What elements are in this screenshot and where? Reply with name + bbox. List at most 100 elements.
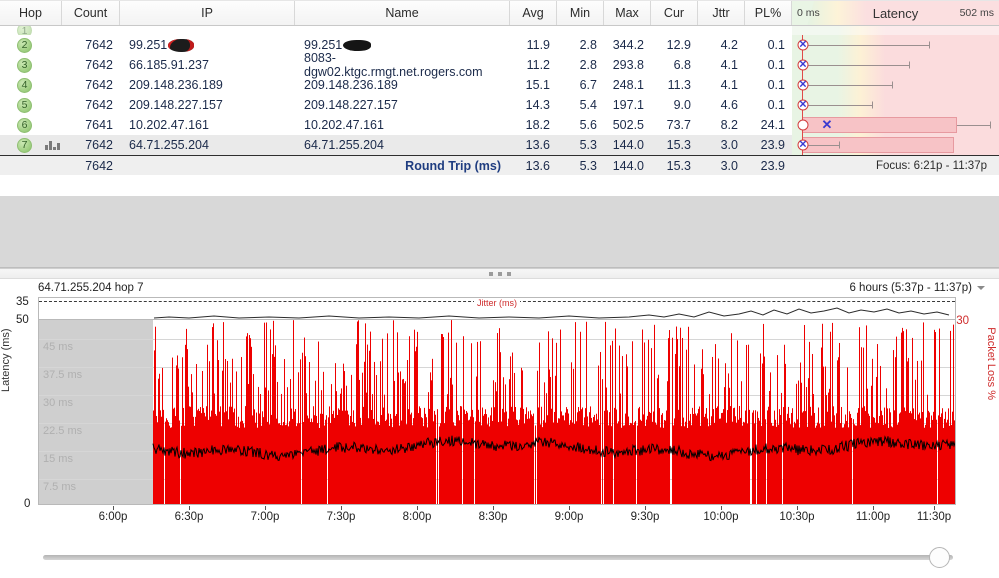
- name-cell: 209.148.236.189: [304, 78, 398, 92]
- x-tick-label: 9:00p: [554, 511, 584, 523]
- name-text: 99.251: [304, 38, 343, 52]
- latency-avg-marker: ✕: [797, 79, 809, 91]
- redaction-blob-icon: [343, 39, 372, 51]
- pane-splitter-handle[interactable]: [0, 268, 999, 279]
- ip-cell: 10.202.47.161: [129, 118, 209, 132]
- latency-min-label: 0 ms: [797, 7, 820, 19]
- hop-badge-cell: 1: [0, 26, 62, 35]
- column-header-jttr[interactable]: Jttr: [698, 1, 745, 25]
- summary-max: 144.0: [612, 158, 644, 173]
- marker-x-icon: ✕: [798, 79, 808, 90]
- latency-avg-marker: ✕: [797, 39, 809, 51]
- latency-bar-cell: ✕: [792, 55, 999, 75]
- jttr-cell: 4.2: [720, 38, 738, 52]
- scrollbar-track[interactable]: [43, 555, 953, 560]
- scrollbar-thumb[interactable]: [929, 547, 950, 568]
- latency-bar-cell: ✕: [792, 75, 999, 95]
- summary-jttr: 3.0: [720, 158, 738, 173]
- avg-cell: [510, 26, 557, 35]
- column-header-count[interactable]: Count: [62, 1, 120, 25]
- column-header-pl[interactable]: PL%: [745, 1, 792, 25]
- summary-label: Round Trip (ms): [405, 158, 501, 173]
- max-cell: [604, 26, 651, 35]
- jitter-strip[interactable]: Jitter (ms): [38, 297, 956, 319]
- latency-whisker: [804, 65, 909, 66]
- ip-cell: 66.185.91.237: [129, 58, 209, 72]
- x-tick-label: 10:30p: [779, 511, 815, 523]
- summary-count: 7642: [85, 158, 113, 173]
- hop-badge: 4: [17, 77, 32, 93]
- count-cell: 7642: [85, 38, 113, 52]
- pl-cell: 0.1: [767, 38, 785, 52]
- count-cell: [62, 26, 120, 35]
- marker-x-icon: ✕: [798, 139, 808, 150]
- column-header-hop[interactable]: Hop: [0, 1, 62, 25]
- max-cell: 502.5: [612, 118, 644, 132]
- cur-cell: 15.3: [666, 138, 691, 152]
- max-cell: 197.1: [612, 98, 644, 112]
- table-row[interactable]: 3 7642 66.185.91.237 8083-dgw02.ktgc.rmg…: [0, 51, 999, 79]
- latency-avg-marker: ✕: [797, 99, 809, 111]
- hop-badge-cell: 7: [0, 135, 62, 155]
- hop-badge-cell: 5: [0, 95, 62, 115]
- latency-whisker-cap: [929, 41, 930, 49]
- horizontal-scrollbar[interactable]: [0, 543, 999, 578]
- latency-bar-cell: [792, 26, 999, 35]
- summary-cur: 15.3: [666, 158, 691, 173]
- hop-badge: 6: [17, 117, 32, 133]
- column-header-max[interactable]: Max: [604, 1, 651, 25]
- ip-cell: 209.148.227.157: [129, 98, 223, 112]
- marker-x-icon: ✕: [798, 39, 808, 50]
- table-body: 1 2 7642 99.251 99.251 11.9 2.8 344.2 12…: [0, 26, 999, 175]
- time-range-selector[interactable]: 6 hours (5:37p - 11:37p): [849, 282, 985, 294]
- column-header-ip[interactable]: IP: [120, 1, 295, 25]
- jitter-series-label: Jitter (ms): [474, 298, 520, 308]
- latency-packetloss-graph[interactable]: 45 ms 37.5 ms 30 ms 22.5 ms 15 ms 7.5 ms: [38, 319, 956, 505]
- ip-cell: 209.148.236.189: [129, 78, 223, 92]
- x-tick-label: 6:30p: [174, 511, 204, 523]
- jttr-cell: 8.2: [720, 118, 738, 132]
- column-header-name[interactable]: Name: [295, 1, 510, 25]
- x-tick-label: 8:00p: [402, 511, 432, 523]
- redaction-blob-icon: [168, 38, 195, 52]
- table-row[interactable]: 7 7642 64.71.255.204 64.71.255.204 13.6 …: [0, 135, 999, 155]
- ip-cell: [120, 26, 295, 35]
- min-cell: 6.7: [579, 78, 597, 92]
- latency-whisker-cap: [990, 121, 991, 129]
- y-axis-label: Latency (ms): [0, 328, 12, 392]
- column-header-cur[interactable]: Cur: [651, 1, 698, 25]
- count-cell: 7642: [85, 58, 113, 72]
- cur-cell: 9.0: [673, 98, 691, 112]
- cur-cell: 6.8: [673, 58, 691, 72]
- latency-bar-cell: ✕: [792, 35, 999, 55]
- min-cell: [557, 26, 604, 35]
- name-cell: 209.148.227.157: [304, 98, 398, 112]
- hop-badge-cell: 6: [0, 115, 62, 135]
- chevron-down-icon: [977, 286, 985, 290]
- latency-avg-marker: ✕: [797, 139, 809, 151]
- bar-chart-icon[interactable]: [45, 140, 61, 150]
- jitter-axis-max-tick: 35: [16, 296, 29, 308]
- time-range-label: 6 hours (5:37p - 11:37p): [849, 282, 972, 294]
- pl-cell: [745, 26, 792, 35]
- x-tick-label: 6:00p: [98, 511, 128, 523]
- max-cell: 144.0: [612, 138, 644, 152]
- table-row[interactable]: 1: [0, 26, 999, 35]
- max-cell: 344.2: [612, 38, 644, 52]
- jttr-cell: 4.6: [720, 98, 738, 112]
- table-row[interactable]: 4 7642 209.148.236.189 209.148.236.189 1…: [0, 75, 999, 95]
- column-header-min[interactable]: Min: [557, 1, 604, 25]
- min-cell: 5.3: [579, 138, 597, 152]
- column-header-avg[interactable]: Avg: [510, 1, 557, 25]
- table-row[interactable]: 6 7641 10.202.47.161 10.202.47.161 18.2 …: [0, 115, 999, 135]
- table-row[interactable]: 5 7642 209.148.227.157 209.148.227.157 1…: [0, 95, 999, 115]
- table-header-row: Hop Count IP Name Avg Min Max Cur Jttr P…: [0, 0, 999, 26]
- jttr-cell: [698, 26, 745, 35]
- pl-cell: 0.1: [767, 78, 785, 92]
- column-header-latency[interactable]: 0 ms Latency 502 ms: [792, 1, 999, 25]
- cur-cell: 12.9: [666, 38, 691, 52]
- timeline-chart-panel: 64.71.255.204 hop 7 6 hours (5:37p - 11:…: [0, 279, 999, 537]
- hop-badge: 7: [17, 137, 32, 153]
- avg-cell: 11.9: [526, 38, 550, 52]
- cur-cell: [651, 26, 698, 35]
